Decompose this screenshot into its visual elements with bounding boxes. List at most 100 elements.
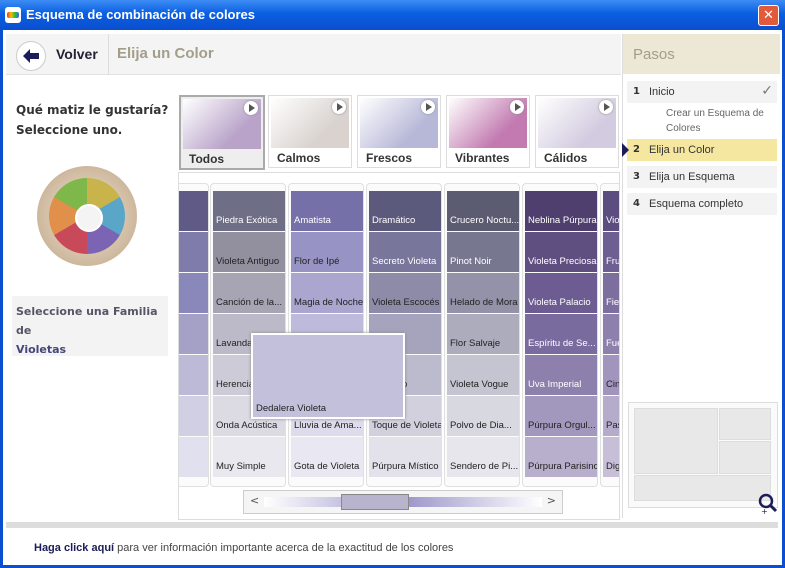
color-swatch[interactable]: rpura bbox=[179, 273, 208, 313]
family-label-text: Seleccione una Familia de bbox=[16, 305, 158, 337]
color-swatch[interactable]: Polvo de Dia... bbox=[447, 396, 519, 436]
color-swatch[interactable]: Violeta Palacio bbox=[525, 273, 597, 313]
swatch-column: piradode ...rpuraPúrp...recozPúrp...olie… bbox=[179, 183, 209, 487]
color-wheel[interactable] bbox=[37, 166, 137, 266]
color-swatch[interactable]: Flor de Ipé bbox=[291, 232, 363, 272]
footer-note: Haga click aquí para ver información imp… bbox=[34, 542, 453, 554]
footer-link[interactable]: Haga click aquí bbox=[34, 542, 114, 554]
step-elija-esquema[interactable]: 3 Elija un Esquema bbox=[627, 166, 777, 188]
color-swatch[interactable]: Fie bbox=[603, 273, 619, 313]
color-swatch[interactable]: Sendero de Pi... bbox=[447, 437, 519, 477]
color-swatch[interactable]: Muy Simple bbox=[213, 437, 285, 477]
tab-frescos[interactable]: Frescos bbox=[357, 95, 441, 168]
swatch-preview-popup[interactable]: Dedalera Violeta bbox=[251, 333, 405, 419]
color-swatch[interactable]: Neblina Púrpura bbox=[525, 191, 597, 231]
footer-divider bbox=[6, 522, 778, 528]
tab-calmos[interactable]: Calmos bbox=[268, 95, 352, 168]
play-icon[interactable] bbox=[421, 100, 435, 114]
color-swatch[interactable]: Espíritu de Se... bbox=[525, 314, 597, 354]
swatch-name: Fru bbox=[606, 256, 620, 267]
color-swatch[interactable]: Flor Salvaje bbox=[447, 314, 519, 354]
color-swatch[interactable]: Helado de Mora bbox=[447, 273, 519, 313]
tab-label: Frescos bbox=[366, 151, 413, 165]
check-icon: ✓ bbox=[761, 83, 773, 99]
color-swatch[interactable]: Piedra Exótica bbox=[213, 191, 285, 231]
substep-crear-esquema[interactable]: Crear un Esquema de Colores bbox=[666, 106, 764, 136]
family-selector-box: Seleccione una Familia de Violetas bbox=[12, 296, 168, 356]
color-swatch[interactable]: Pas bbox=[603, 396, 619, 436]
tab-todos[interactable]: Todos bbox=[179, 95, 265, 170]
color-swatch[interactable]: recoz bbox=[179, 355, 208, 395]
color-swatch[interactable]: Dramático bbox=[369, 191, 441, 231]
color-swatch[interactable]: Púrpura Orgul... bbox=[525, 396, 597, 436]
color-swatch[interactable]: Crucero Noctu... bbox=[447, 191, 519, 231]
scroll-left-arrow[interactable]: < bbox=[250, 494, 259, 507]
play-icon[interactable] bbox=[510, 100, 524, 114]
swatch-name: Lluvia de Ama... bbox=[294, 420, 362, 431]
swatch-name: Dig bbox=[606, 461, 620, 472]
color-swatch[interactable]: Dig bbox=[603, 437, 620, 477]
swatch-name: Crucero Noctu... bbox=[450, 215, 519, 226]
color-swatch[interactable]: pirado bbox=[179, 191, 208, 231]
tab-vibrantes[interactable]: Vibrantes bbox=[446, 95, 530, 168]
color-swatch[interactable]: Violeta Antiguo bbox=[213, 232, 285, 272]
swatch-name: Cin bbox=[606, 379, 620, 390]
swatch-name: Púrpura Parisino bbox=[528, 461, 597, 472]
color-swatch[interactable]: Vio bbox=[603, 191, 619, 231]
page-heading: Elija un Color bbox=[117, 45, 214, 62]
scroll-thumb[interactable] bbox=[341, 494, 409, 510]
steps-title: Pasos bbox=[633, 46, 675, 63]
color-swatch[interactable]: Púrpura Parisino bbox=[525, 437, 597, 477]
swatch-name: Onda Acústica bbox=[216, 420, 278, 431]
swatch-name: Púrpura Orgul... bbox=[528, 420, 596, 431]
close-button[interactable]: ✕ bbox=[758, 5, 779, 26]
color-swatch[interactable]: Púrpura Místico bbox=[369, 437, 441, 477]
color-swatch[interactable]: Secreto Violeta bbox=[369, 232, 441, 272]
play-icon[interactable] bbox=[244, 101, 258, 115]
color-swatch[interactable]: Magia de Noche bbox=[291, 273, 363, 313]
play-icon[interactable] bbox=[332, 100, 346, 114]
tab-label: Vibrantes bbox=[455, 151, 510, 165]
zoom-icon[interactable]: + bbox=[757, 492, 779, 514]
color-wheel-segments[interactable] bbox=[49, 178, 125, 254]
step-number: 3 bbox=[633, 171, 640, 182]
swatch-name: Violeta Escocés bbox=[372, 297, 440, 308]
preview-area-bottom bbox=[634, 475, 771, 501]
header-bar: Volver Elija un Color bbox=[6, 34, 621, 75]
step-elija-color[interactable]: 2 Elija un Color bbox=[627, 139, 777, 161]
swatch-name: Polvo de Dia... bbox=[450, 420, 512, 431]
tab-cálidos[interactable]: Cálidos bbox=[535, 95, 619, 168]
horizontal-scrollbar[interactable]: < > bbox=[243, 490, 563, 514]
step-inicio[interactable]: 1 Inicio ✓ bbox=[627, 81, 777, 103]
swatch-name: Flor de Ipé bbox=[294, 256, 340, 267]
color-swatch[interactable]: Canción de la... bbox=[213, 273, 285, 313]
swatch-name: Pas bbox=[606, 420, 619, 431]
color-swatch[interactable]: Uva Imperial bbox=[525, 355, 597, 395]
play-icon[interactable] bbox=[599, 100, 613, 114]
swatch-name: Neblina Púrpura bbox=[528, 215, 597, 226]
color-swatch[interactable]: Fue bbox=[603, 314, 619, 354]
swatch-name: Uva Imperial bbox=[528, 379, 582, 390]
color-swatch[interactable]: Pinot Noir bbox=[447, 232, 519, 272]
tab-label: Todos bbox=[189, 152, 225, 166]
color-swatch[interactable]: Gota de Violeta bbox=[291, 437, 363, 477]
back-button[interactable] bbox=[16, 41, 46, 71]
back-label[interactable]: Volver bbox=[56, 46, 98, 62]
color-swatch[interactable]: Amatista bbox=[291, 191, 363, 231]
swatch-name: Herencia bbox=[216, 379, 255, 390]
color-swatch[interactable]: Fru bbox=[603, 232, 620, 272]
family-label: Seleccione una Familia de Violetas bbox=[16, 302, 168, 359]
footer-text: para ver información importante acerca d… bbox=[114, 542, 454, 554]
color-swatch[interactable]: Cin bbox=[603, 355, 620, 395]
color-swatch[interactable]: oliego bbox=[179, 437, 208, 477]
color-swatch[interactable]: de ... bbox=[179, 232, 208, 272]
scroll-right-arrow[interactable]: > bbox=[547, 494, 556, 507]
swatch-name: Violeta Vogue bbox=[450, 379, 509, 390]
step-esquema-completo[interactable]: 4 Esquema completo bbox=[627, 193, 777, 215]
color-swatch[interactable]: Púrp... bbox=[179, 314, 208, 354]
color-swatch[interactable]: Violeta Vogue bbox=[447, 355, 519, 395]
color-swatch[interactable]: Púrp... bbox=[179, 396, 208, 436]
color-swatch[interactable]: Violeta Preciosa bbox=[525, 232, 597, 272]
tab-label: Cálidos bbox=[544, 151, 588, 165]
color-swatch[interactable]: Violeta Escocés bbox=[369, 273, 441, 313]
